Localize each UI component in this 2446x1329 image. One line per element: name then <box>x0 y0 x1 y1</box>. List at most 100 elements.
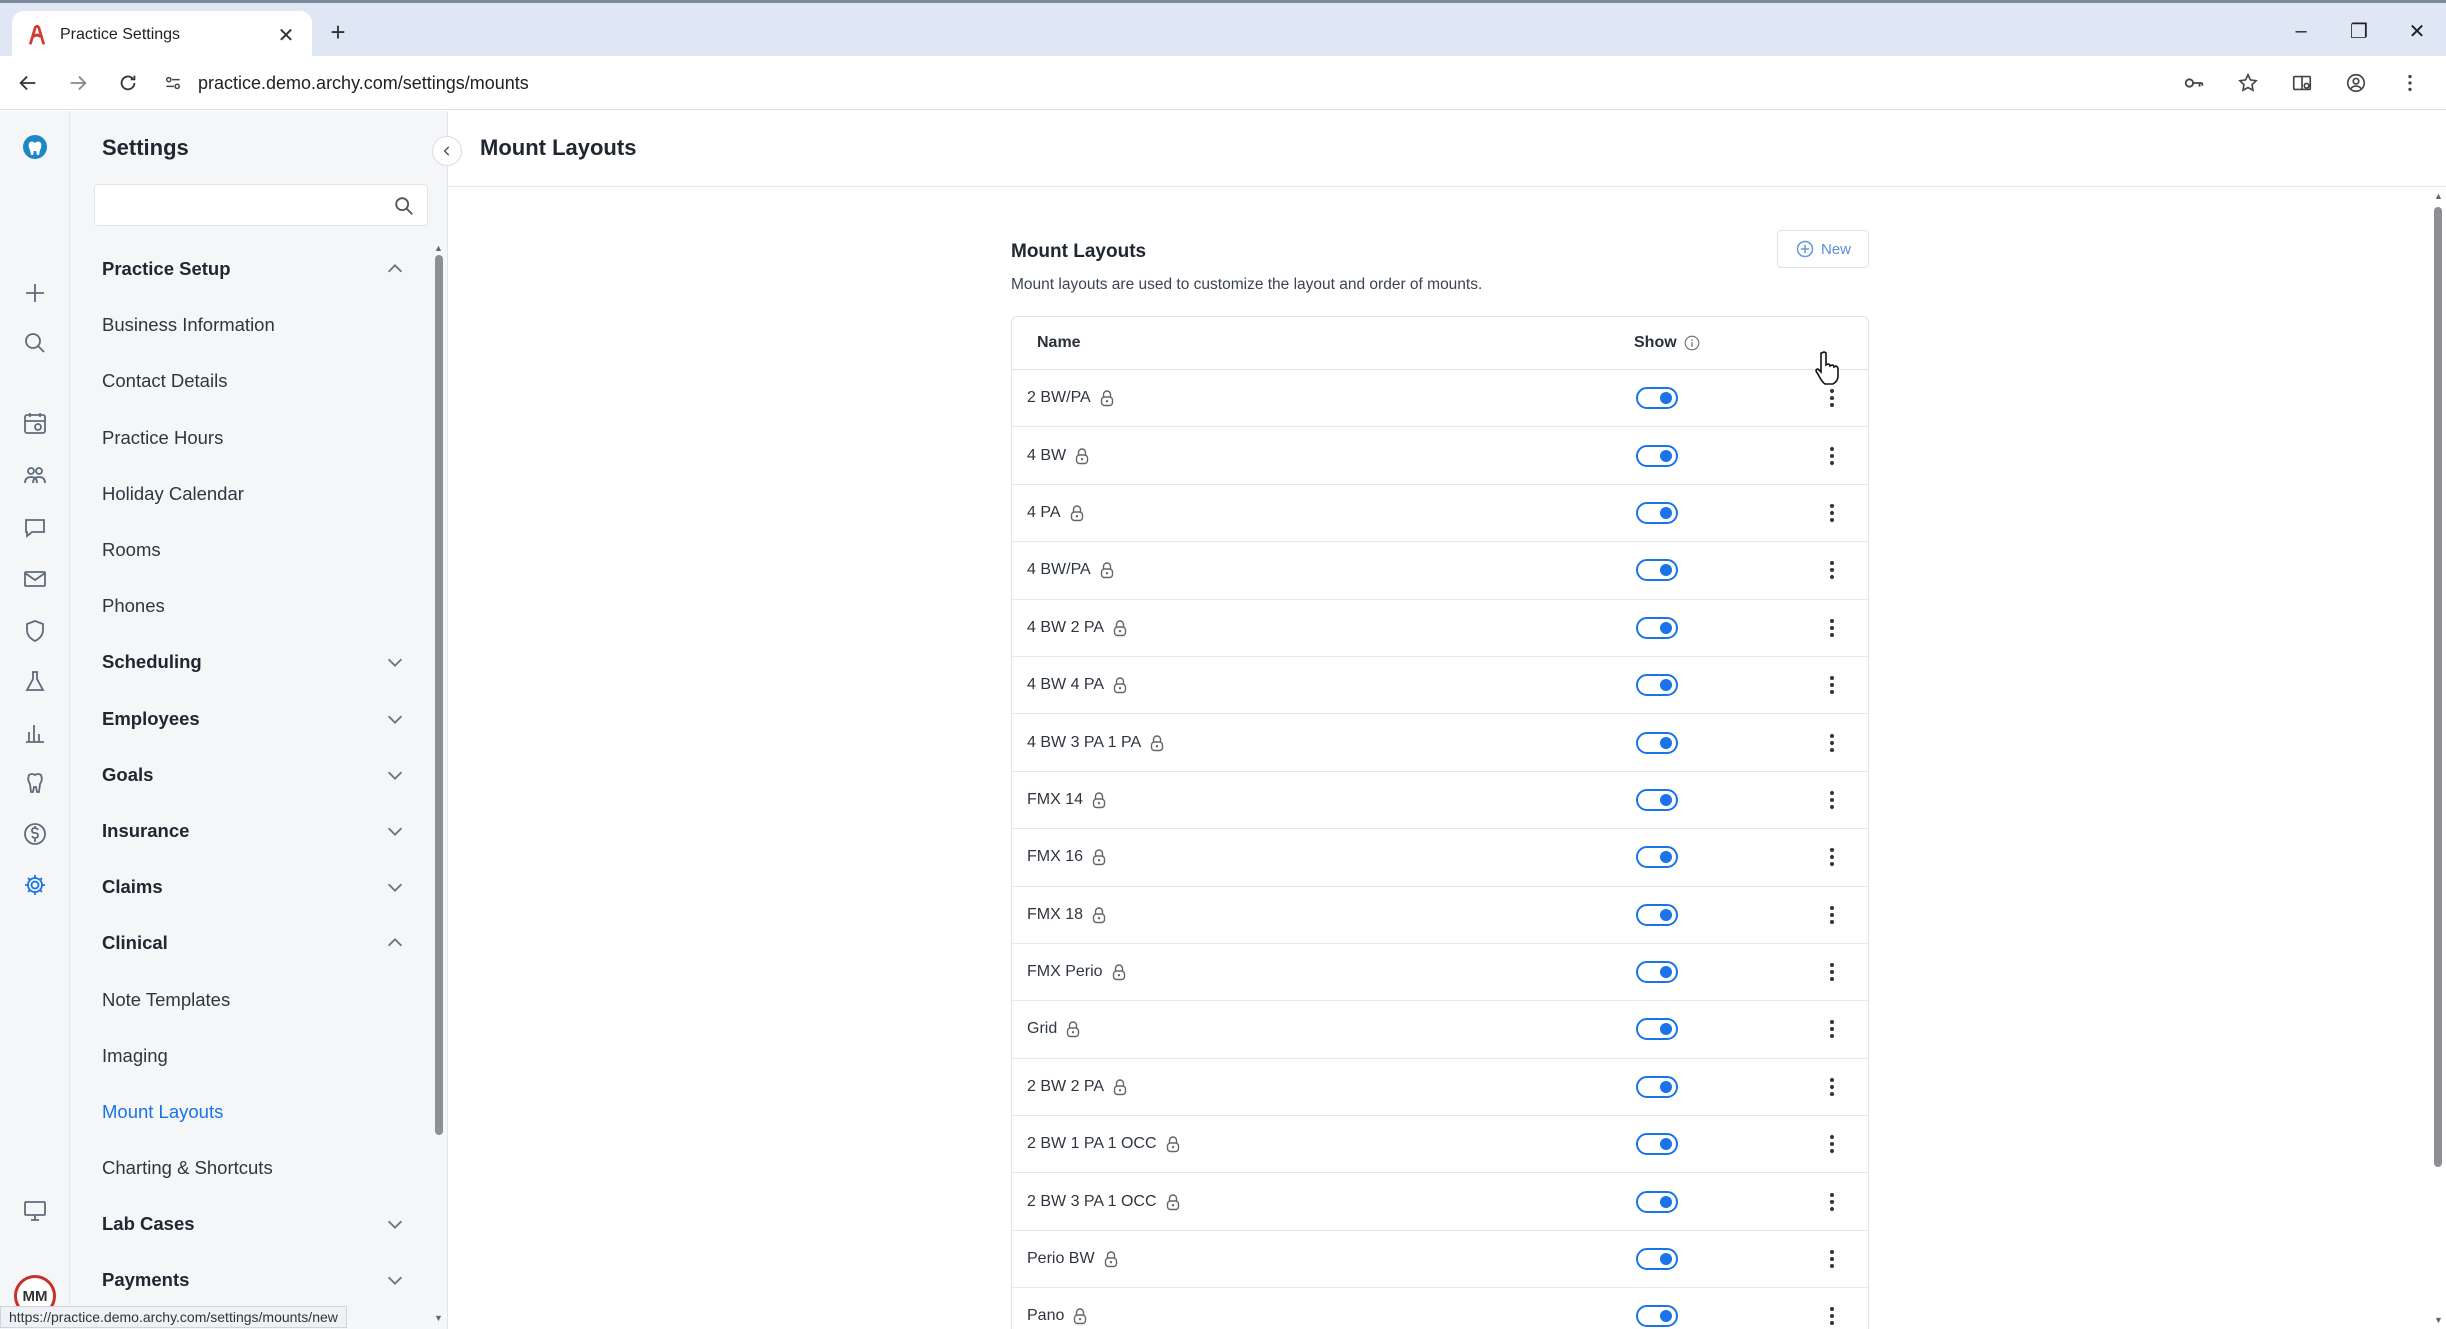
sidebar-item-mount-layouts[interactable]: Mount Layouts <box>70 1084 430 1140</box>
sidebar-item-holiday-calendar[interactable]: Holiday Calendar <box>70 466 430 522</box>
sidebar-section-scheduling[interactable]: Scheduling <box>70 634 430 690</box>
sidebar-item-imaging[interactable]: Imaging <box>70 1028 430 1084</box>
sidebar-scrollbar[interactable]: ▲ ▼ <box>432 231 444 1329</box>
sidebar-section-lab-cases[interactable]: Lab Cases <box>70 1196 430 1252</box>
messages-icon[interactable] <box>19 512 51 544</box>
reports-chart-icon[interactable] <box>19 717 51 749</box>
bookmark-star-icon[interactable] <box>2228 64 2268 102</box>
main-scroll-thumb[interactable] <box>2434 207 2442 1167</box>
tooth-logo-icon[interactable] <box>19 131 51 163</box>
row-actions-menu-button[interactable] <box>1812 790 1852 809</box>
row-actions-menu-button[interactable] <box>1812 1250 1852 1269</box>
sidebar-section-insurance[interactable]: Insurance <box>70 803 430 859</box>
show-toggle[interactable] <box>1636 559 1678 582</box>
show-toggle[interactable] <box>1636 846 1678 869</box>
new-tab-button[interactable]: + <box>322 17 354 49</box>
sidebar-search <box>94 184 428 226</box>
row-actions-menu-button[interactable] <box>1812 676 1852 695</box>
address-bar[interactable]: practice.demo.archy.com/settings/mounts <box>156 64 2156 102</box>
search-icon[interactable] <box>19 327 51 359</box>
settings-gear-icon[interactable] <box>19 869 51 901</box>
show-toggle[interactable] <box>1636 731 1678 754</box>
sidebar-search-input[interactable] <box>95 185 375 225</box>
sidebar-item-note-templates[interactable]: Note Templates <box>70 971 430 1027</box>
show-toggle[interactable] <box>1636 1190 1678 1213</box>
show-toggle[interactable] <box>1636 1075 1678 1098</box>
sidebar-section-goals[interactable]: Goals <box>70 747 430 803</box>
row-actions-menu-button[interactable] <box>1812 618 1852 637</box>
password-key-icon[interactable] <box>2174 64 2214 102</box>
row-actions-menu-button[interactable] <box>1812 848 1852 867</box>
collapse-sidebar-button[interactable] <box>432 136 462 166</box>
profile-icon[interactable] <box>2336 64 2376 102</box>
sidebar-section-employees[interactable]: Employees <box>70 691 430 747</box>
browser-tab[interactable]: Practice Settings ✕ <box>12 11 312 59</box>
row-actions-menu-button[interactable] <box>1812 905 1852 924</box>
mount-layout-name-cell: FMX Perio <box>1012 963 1636 981</box>
row-actions-menu-button[interactable] <box>1812 1192 1852 1211</box>
sidebar-item-phones[interactable]: Phones <box>70 578 430 634</box>
show-toggle[interactable] <box>1636 387 1678 410</box>
show-toggle[interactable] <box>1636 444 1678 467</box>
sidebar-section-practice-setup[interactable]: Practice Setup <box>70 241 430 297</box>
show-toggle[interactable] <box>1636 1133 1678 1156</box>
patients-icon[interactable] <box>19 460 51 492</box>
mail-icon[interactable] <box>19 563 51 595</box>
tooth-icon[interactable] <box>19 767 51 799</box>
new-mount-layout-button[interactable]: New <box>1777 230 1869 268</box>
chevron-down-icon <box>387 771 403 780</box>
sidebar-section-claims[interactable]: Claims <box>70 859 430 915</box>
billing-dollar-icon[interactable] <box>19 818 51 850</box>
shield-icon[interactable] <box>19 615 51 647</box>
sidebar-scroll-thumb[interactable] <box>435 255 443 1135</box>
show-toggle[interactable] <box>1636 788 1678 811</box>
row-actions-menu-button[interactable] <box>1812 733 1852 752</box>
show-toggle[interactable] <box>1636 1018 1678 1041</box>
scroll-up-icon[interactable]: ▲ <box>2434 191 2443 201</box>
row-actions-menu-button[interactable] <box>1812 446 1852 465</box>
row-actions-menu-button[interactable] <box>1812 1020 1852 1039</box>
row-actions-menu-button[interactable] <box>1812 963 1852 982</box>
show-toggle[interactable] <box>1636 674 1678 697</box>
info-icon[interactable] <box>1683 334 1701 352</box>
scroll-down-icon[interactable]: ▼ <box>434 1313 444 1323</box>
row-actions-menu-button[interactable] <box>1812 561 1852 580</box>
add-icon[interactable] <box>19 277 51 309</box>
row-actions-menu-button[interactable] <box>1812 389 1852 408</box>
show-toggle[interactable] <box>1636 616 1678 639</box>
show-toggle[interactable] <box>1636 1248 1678 1271</box>
show-toggle[interactable] <box>1636 501 1678 524</box>
show-toggle[interactable] <box>1636 961 1678 984</box>
sidebar-item-business-information[interactable]: Business Information <box>70 297 430 353</box>
tab-close-icon[interactable]: ✕ <box>274 23 298 48</box>
reload-button[interactable] <box>106 61 150 105</box>
sidebar-section-payments[interactable]: Payments <box>70 1252 430 1308</box>
scroll-up-icon[interactable]: ▲ <box>434 243 444 253</box>
row-actions-menu-button[interactable] <box>1812 1307 1852 1326</box>
show-toggle[interactable] <box>1636 1305 1678 1328</box>
site-info-icon[interactable] <box>156 73 190 93</box>
restore-icon[interactable]: ❐ <box>2330 11 2388 51</box>
sidebar-section-clinical[interactable]: Clinical <box>70 915 430 971</box>
close-window-icon[interactable]: ✕ <box>2388 11 2446 51</box>
row-actions-menu-button[interactable] <box>1812 1135 1852 1154</box>
reading-list-icon[interactable] <box>2282 64 2322 102</box>
row-actions-menu-button[interactable] <box>1812 1077 1852 1096</box>
scroll-down-icon[interactable]: ▼ <box>2434 1315 2443 1325</box>
lock-icon <box>1113 677 1127 694</box>
row-actions-menu-button[interactable] <box>1812 503 1852 522</box>
sidebar-item-rooms[interactable]: Rooms <box>70 522 430 578</box>
sidebar-item-charting-shortcuts[interactable]: Charting & Shortcuts <box>70 1140 430 1196</box>
minimize-icon[interactable]: – <box>2272 11 2330 51</box>
back-button[interactable] <box>6 61 50 105</box>
search-icon[interactable] <box>393 195 415 217</box>
schedule-icon[interactable] <box>19 408 51 440</box>
lab-flask-icon[interactable] <box>19 666 51 698</box>
display-icon[interactable] <box>19 1195 51 1227</box>
sidebar-item-contact-details[interactable]: Contact Details <box>70 353 430 409</box>
forward-button[interactable] <box>56 61 100 105</box>
show-toggle[interactable] <box>1636 903 1678 926</box>
sidebar-item-practice-hours[interactable]: Practice Hours <box>70 410 430 466</box>
browser-menu-icon[interactable] <box>2390 64 2430 102</box>
main-scrollbar[interactable]: ▲ ▼ <box>2432 191 2446 1329</box>
